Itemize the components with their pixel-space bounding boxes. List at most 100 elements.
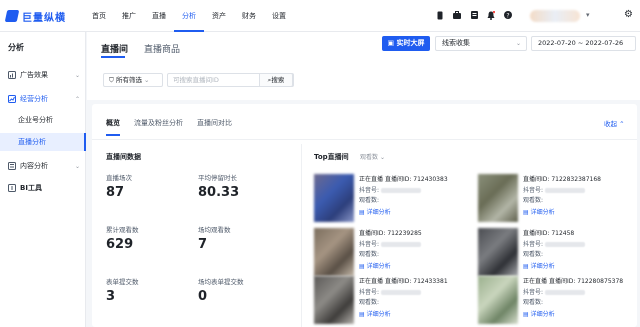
nav-analysis[interactable]: 分析 xyxy=(174,0,204,32)
room-id: 712433381 xyxy=(413,278,448,285)
section-title: 直播间数据 xyxy=(106,153,141,161)
blurred-value xyxy=(544,290,585,295)
sidebar-group-label: BI工具 xyxy=(20,184,42,192)
room-id-label: 直播间ID: xyxy=(523,230,550,237)
tab-live-products[interactable]: 直播商品 xyxy=(144,42,180,55)
big-screen-button[interactable]: ▣ 实时大屏 xyxy=(382,36,430,51)
nav-finance[interactable]: 财务 xyxy=(234,0,264,32)
divider xyxy=(92,139,637,140)
brand-logo[interactable]: 巨量纵横 xyxy=(4,9,66,24)
blurred-value xyxy=(544,242,585,247)
room-views: 观看数: xyxy=(523,299,544,306)
chevron-down-icon: ⌄ xyxy=(515,40,521,47)
monitor-icon: ▣ xyxy=(387,39,397,47)
nav-settings[interactable]: 设置 xyxy=(264,0,294,32)
sidebar-group-bi[interactable]: BI工具 xyxy=(8,183,80,193)
tab-room-compare[interactable]: 直播间对比 xyxy=(197,118,232,128)
top-room-card: 正在直播 直播间ID: 712433381 抖音号: 观看数: ▤ 详细分析 xyxy=(314,276,474,324)
sidebar-group-business[interactable]: 经营分析 ⌃ xyxy=(8,94,80,104)
metric-label: 表单提交数 xyxy=(106,278,139,286)
room-views: 观看数: xyxy=(523,197,544,204)
chevron-down-icon: ⌄ xyxy=(74,162,80,170)
tab-overview[interactable]: 概览 xyxy=(106,118,120,128)
overview-card: 概览 流量及粉丝分析 直播间对比 收起 ⌃ 直播间数据 直播场次 87 平均停留… xyxy=(92,104,637,327)
doc-icon: ▤ xyxy=(523,209,531,216)
chevron-down-icon[interactable]: ▾ xyxy=(586,11,590,19)
room-id-label: 直播间ID: xyxy=(548,278,576,285)
filter-icon: ⛉ xyxy=(109,76,116,84)
sidebar-group-label: 经营分析 xyxy=(20,95,48,103)
search-box: ⌕搜索 xyxy=(167,73,294,87)
briefcase-icon[interactable] xyxy=(453,10,461,20)
douyin-label: 抖音号: xyxy=(359,289,380,296)
detail-label: 详细分析 xyxy=(530,263,555,270)
room-douyin: 抖音号: xyxy=(359,287,421,296)
active-tab-indicator xyxy=(101,56,125,58)
metric-value: 629 xyxy=(106,237,134,252)
room-id-line: 直播间ID: 712239285 xyxy=(359,228,422,237)
tab-live-room[interactable]: 直播间 xyxy=(101,42,128,55)
account-avatar[interactable] xyxy=(530,10,580,22)
detail-analysis-link[interactable]: ▤ 详细分析 xyxy=(523,261,555,270)
detail-analysis-link[interactable]: ▤ 详细分析 xyxy=(359,261,391,270)
search-button[interactable]: ⌕搜索 xyxy=(259,73,293,87)
metric-value: 87 xyxy=(106,185,125,200)
sidebar-group-ad-effect[interactable]: 广告效果 ⌄ xyxy=(8,70,80,80)
room-douyin: 抖音号: xyxy=(359,239,421,248)
metric-label: 场均观看数 xyxy=(198,226,231,234)
doc-icon: ▤ xyxy=(359,263,367,270)
room-id-label: 直播间ID: xyxy=(384,278,412,285)
chevron-up-icon: ⌃ xyxy=(74,95,80,103)
collapse-button[interactable]: 收起 ⌃ xyxy=(604,118,625,128)
detail-label: 详细分析 xyxy=(530,209,555,216)
all-filters-button[interactable]: ⛉ 所有筛选 ⌄ xyxy=(103,73,163,87)
metric-value: 7 xyxy=(198,237,208,252)
sidebar-item-live-analysis[interactable]: 直播分析 xyxy=(0,133,86,151)
sidebar-item-enterprise[interactable]: 企业号分析 xyxy=(0,111,86,129)
nav-home[interactable]: 首页 xyxy=(84,0,114,32)
detail-label: 详细分析 xyxy=(530,311,555,318)
chevron-down-icon: ⌄ xyxy=(74,71,80,79)
detail-label: 详细分析 xyxy=(366,209,391,216)
logo-icon xyxy=(4,10,20,22)
search-input[interactable] xyxy=(173,74,263,86)
goal-select[interactable]: 线索收集 ⌄ xyxy=(435,36,527,51)
room-status: 正在直播 xyxy=(359,278,384,285)
phone-icon[interactable] xyxy=(436,10,444,20)
nav-promotion[interactable]: 推广 xyxy=(114,0,144,32)
blurred-value xyxy=(380,188,421,193)
tab-traffic-fans[interactable]: 流量及粉丝分析 xyxy=(134,118,183,128)
toolbar-icons: ? xyxy=(436,10,512,20)
top-room-card: 正在直播 直播间ID: 712280875378 抖音号: 观看数: ▤ 详细分… xyxy=(478,276,638,324)
detail-analysis-link[interactable]: ▤ 详细分析 xyxy=(359,207,391,216)
room-thumbnail xyxy=(314,174,354,222)
room-id-label: 直播间ID: xyxy=(523,176,550,183)
room-views: 观看数: xyxy=(359,251,380,258)
detail-analysis-link[interactable]: ▤ 详细分析 xyxy=(523,309,555,318)
douyin-label: 抖音号: xyxy=(359,241,380,248)
metric-label: 直播场次 xyxy=(106,174,132,182)
room-id-line: 正在直播 直播间ID: 712433381 xyxy=(359,276,448,285)
douyin-label: 抖音号: xyxy=(359,187,380,194)
top-rooms-sort[interactable]: 观看数 ⌄ xyxy=(360,152,385,161)
nav-live[interactable]: 直播 xyxy=(144,0,174,32)
bell-icon[interactable] xyxy=(487,10,495,20)
big-screen-label: 实时大屏 xyxy=(396,39,425,47)
gear-icon[interactable]: ⚙ xyxy=(624,9,633,20)
room-id-label: 直播间ID: xyxy=(384,176,412,183)
detail-analysis-link[interactable]: ▤ 详细分析 xyxy=(359,309,391,318)
room-id: 712280875378 xyxy=(577,278,624,285)
doc-icon[interactable] xyxy=(470,10,478,20)
search-button-label: 搜索 xyxy=(271,76,285,84)
metric-label: 累计观看数 xyxy=(106,226,139,234)
metric-avg-form-submits: 场均表单提交数 0 xyxy=(198,276,286,304)
date-range-picker[interactable]: 2022-07-20 ~ 2022-07-26 xyxy=(531,36,636,51)
sidebar-group-content[interactable]: 内容分析 ⌄ xyxy=(8,161,80,171)
chart-icon xyxy=(8,71,16,79)
nav-assets[interactable]: 资产 xyxy=(204,0,234,32)
metric-total-views: 累计观看数 629 xyxy=(106,224,194,252)
help-icon[interactable]: ? xyxy=(504,10,512,20)
detail-analysis-link[interactable]: ▤ 详细分析 xyxy=(523,207,555,216)
chevron-down-icon: ⌄ xyxy=(143,76,150,84)
column-divider xyxy=(301,144,302,327)
